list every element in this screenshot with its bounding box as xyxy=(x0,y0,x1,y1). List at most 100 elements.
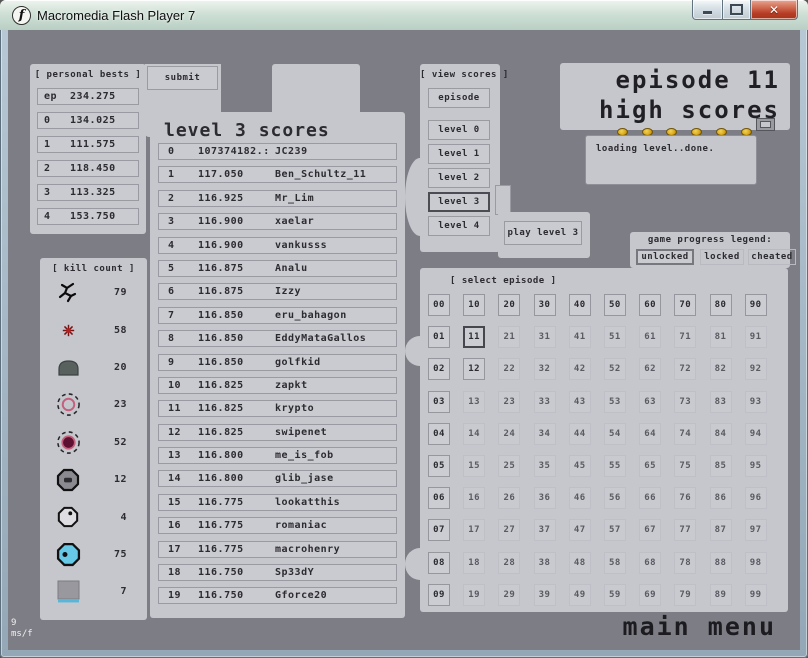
episode-cell-45[interactable]: 45 xyxy=(569,455,591,477)
episode-cell-72[interactable]: 72 xyxy=(674,358,696,380)
episode-cell-94[interactable]: 94 xyxy=(745,423,767,445)
episode-cell-48[interactable]: 48 xyxy=(569,552,591,574)
episode-cell-95[interactable]: 95 xyxy=(745,455,767,477)
episode-cell-93[interactable]: 93 xyxy=(745,391,767,413)
episode-cell-89[interactable]: 89 xyxy=(710,584,732,606)
submit-button[interactable]: submit xyxy=(147,66,218,90)
episode-cell-36[interactable]: 36 xyxy=(534,487,556,509)
episode-cell-55[interactable]: 55 xyxy=(604,455,626,477)
episode-cell-06[interactable]: 06 xyxy=(428,487,450,509)
episode-cell-13[interactable]: 13 xyxy=(463,391,485,413)
episode-cell-60[interactable]: 60 xyxy=(639,294,661,316)
episode-cell-82[interactable]: 82 xyxy=(710,358,732,380)
episode-cell-47[interactable]: 47 xyxy=(569,519,591,541)
window-titlebar[interactable]: f Macromedia Flash Player 7 ✕ xyxy=(0,0,808,30)
episode-cell-12[interactable]: 12 xyxy=(463,358,485,380)
episode-cell-34[interactable]: 34 xyxy=(534,423,556,445)
episode-cell-61[interactable]: 61 xyxy=(639,326,661,348)
episode-cell-73[interactable]: 73 xyxy=(674,391,696,413)
view-level-2-button[interactable]: level 2 xyxy=(428,168,490,188)
episode-cell-81[interactable]: 81 xyxy=(710,326,732,348)
episode-cell-91[interactable]: 91 xyxy=(745,326,767,348)
episode-cell-70[interactable]: 70 xyxy=(674,294,696,316)
maximize-button[interactable] xyxy=(723,0,751,20)
episode-cell-31[interactable]: 31 xyxy=(534,326,556,348)
view-episode-button[interactable]: episode xyxy=(428,88,490,108)
episode-cell-87[interactable]: 87 xyxy=(710,519,732,541)
episode-cell-51[interactable]: 51 xyxy=(604,326,626,348)
episode-cell-53[interactable]: 53 xyxy=(604,391,626,413)
episode-cell-49[interactable]: 49 xyxy=(569,584,591,606)
episode-cell-99[interactable]: 99 xyxy=(745,584,767,606)
episode-cell-17[interactable]: 17 xyxy=(463,519,485,541)
episode-cell-41[interactable]: 41 xyxy=(569,326,591,348)
episode-cell-58[interactable]: 58 xyxy=(604,552,626,574)
episode-cell-29[interactable]: 29 xyxy=(498,584,520,606)
episode-cell-80[interactable]: 80 xyxy=(710,294,732,316)
episode-cell-08[interactable]: 08 xyxy=(428,552,450,574)
episode-cell-01[interactable]: 01 xyxy=(428,326,450,348)
episode-cell-39[interactable]: 39 xyxy=(534,584,556,606)
play-level-button[interactable]: play level 3 xyxy=(504,221,582,245)
episode-cell-35[interactable]: 35 xyxy=(534,455,556,477)
episode-cell-76[interactable]: 76 xyxy=(674,487,696,509)
episode-cell-88[interactable]: 88 xyxy=(710,552,732,574)
episode-cell-64[interactable]: 64 xyxy=(639,423,661,445)
episode-cell-14[interactable]: 14 xyxy=(463,423,485,445)
view-level-1-button[interactable]: level 1 xyxy=(428,144,490,164)
episode-cell-46[interactable]: 46 xyxy=(569,487,591,509)
episode-cell-43[interactable]: 43 xyxy=(569,391,591,413)
episode-cell-74[interactable]: 74 xyxy=(674,423,696,445)
episode-cell-10[interactable]: 10 xyxy=(463,294,485,316)
episode-cell-63[interactable]: 63 xyxy=(639,391,661,413)
episode-cell-84[interactable]: 84 xyxy=(710,423,732,445)
episode-cell-97[interactable]: 97 xyxy=(745,519,767,541)
episode-cell-02[interactable]: 02 xyxy=(428,358,450,380)
episode-cell-37[interactable]: 37 xyxy=(534,519,556,541)
episode-cell-09[interactable]: 09 xyxy=(428,584,450,606)
episode-cell-15[interactable]: 15 xyxy=(463,455,485,477)
episode-cell-32[interactable]: 32 xyxy=(534,358,556,380)
episode-cell-44[interactable]: 44 xyxy=(569,423,591,445)
episode-cell-57[interactable]: 57 xyxy=(604,519,626,541)
episode-cell-78[interactable]: 78 xyxy=(674,552,696,574)
episode-cell-86[interactable]: 86 xyxy=(710,487,732,509)
episode-cell-38[interactable]: 38 xyxy=(534,552,556,574)
episode-cell-54[interactable]: 54 xyxy=(604,423,626,445)
episode-cell-66[interactable]: 66 xyxy=(639,487,661,509)
episode-cell-67[interactable]: 67 xyxy=(639,519,661,541)
episode-cell-77[interactable]: 77 xyxy=(674,519,696,541)
episode-cell-56[interactable]: 56 xyxy=(604,487,626,509)
close-button[interactable]: ✕ xyxy=(751,0,798,20)
episode-cell-00[interactable]: 00 xyxy=(428,294,450,316)
episode-cell-75[interactable]: 75 xyxy=(674,455,696,477)
episode-cell-98[interactable]: 98 xyxy=(745,552,767,574)
main-menu-button[interactable]: main menu xyxy=(623,612,776,641)
episode-cell-21[interactable]: 21 xyxy=(498,326,520,348)
episode-cell-79[interactable]: 79 xyxy=(674,584,696,606)
episode-cell-90[interactable]: 90 xyxy=(745,294,767,316)
minimize-button[interactable] xyxy=(692,0,723,20)
episode-cell-18[interactable]: 18 xyxy=(463,552,485,574)
episode-cell-52[interactable]: 52 xyxy=(604,358,626,380)
episode-cell-71[interactable]: 71 xyxy=(674,326,696,348)
view-level-3-button[interactable]: level 3 xyxy=(428,192,490,212)
episode-cell-68[interactable]: 68 xyxy=(639,552,661,574)
episode-cell-30[interactable]: 30 xyxy=(534,294,556,316)
episode-cell-33[interactable]: 33 xyxy=(534,391,556,413)
episode-cell-24[interactable]: 24 xyxy=(498,423,520,445)
episode-cell-11[interactable]: 11 xyxy=(463,326,485,348)
episode-cell-40[interactable]: 40 xyxy=(569,294,591,316)
episode-cell-28[interactable]: 28 xyxy=(498,552,520,574)
episode-cell-16[interactable]: 16 xyxy=(463,487,485,509)
view-level-4-button[interactable]: level 4 xyxy=(428,216,490,236)
episode-cell-96[interactable]: 96 xyxy=(745,487,767,509)
episode-cell-19[interactable]: 19 xyxy=(463,584,485,606)
episode-cell-05[interactable]: 05 xyxy=(428,455,450,477)
episode-cell-07[interactable]: 07 xyxy=(428,519,450,541)
episode-cell-83[interactable]: 83 xyxy=(710,391,732,413)
episode-cell-92[interactable]: 92 xyxy=(745,358,767,380)
episode-cell-50[interactable]: 50 xyxy=(604,294,626,316)
episode-cell-65[interactable]: 65 xyxy=(639,455,661,477)
episode-cell-03[interactable]: 03 xyxy=(428,391,450,413)
